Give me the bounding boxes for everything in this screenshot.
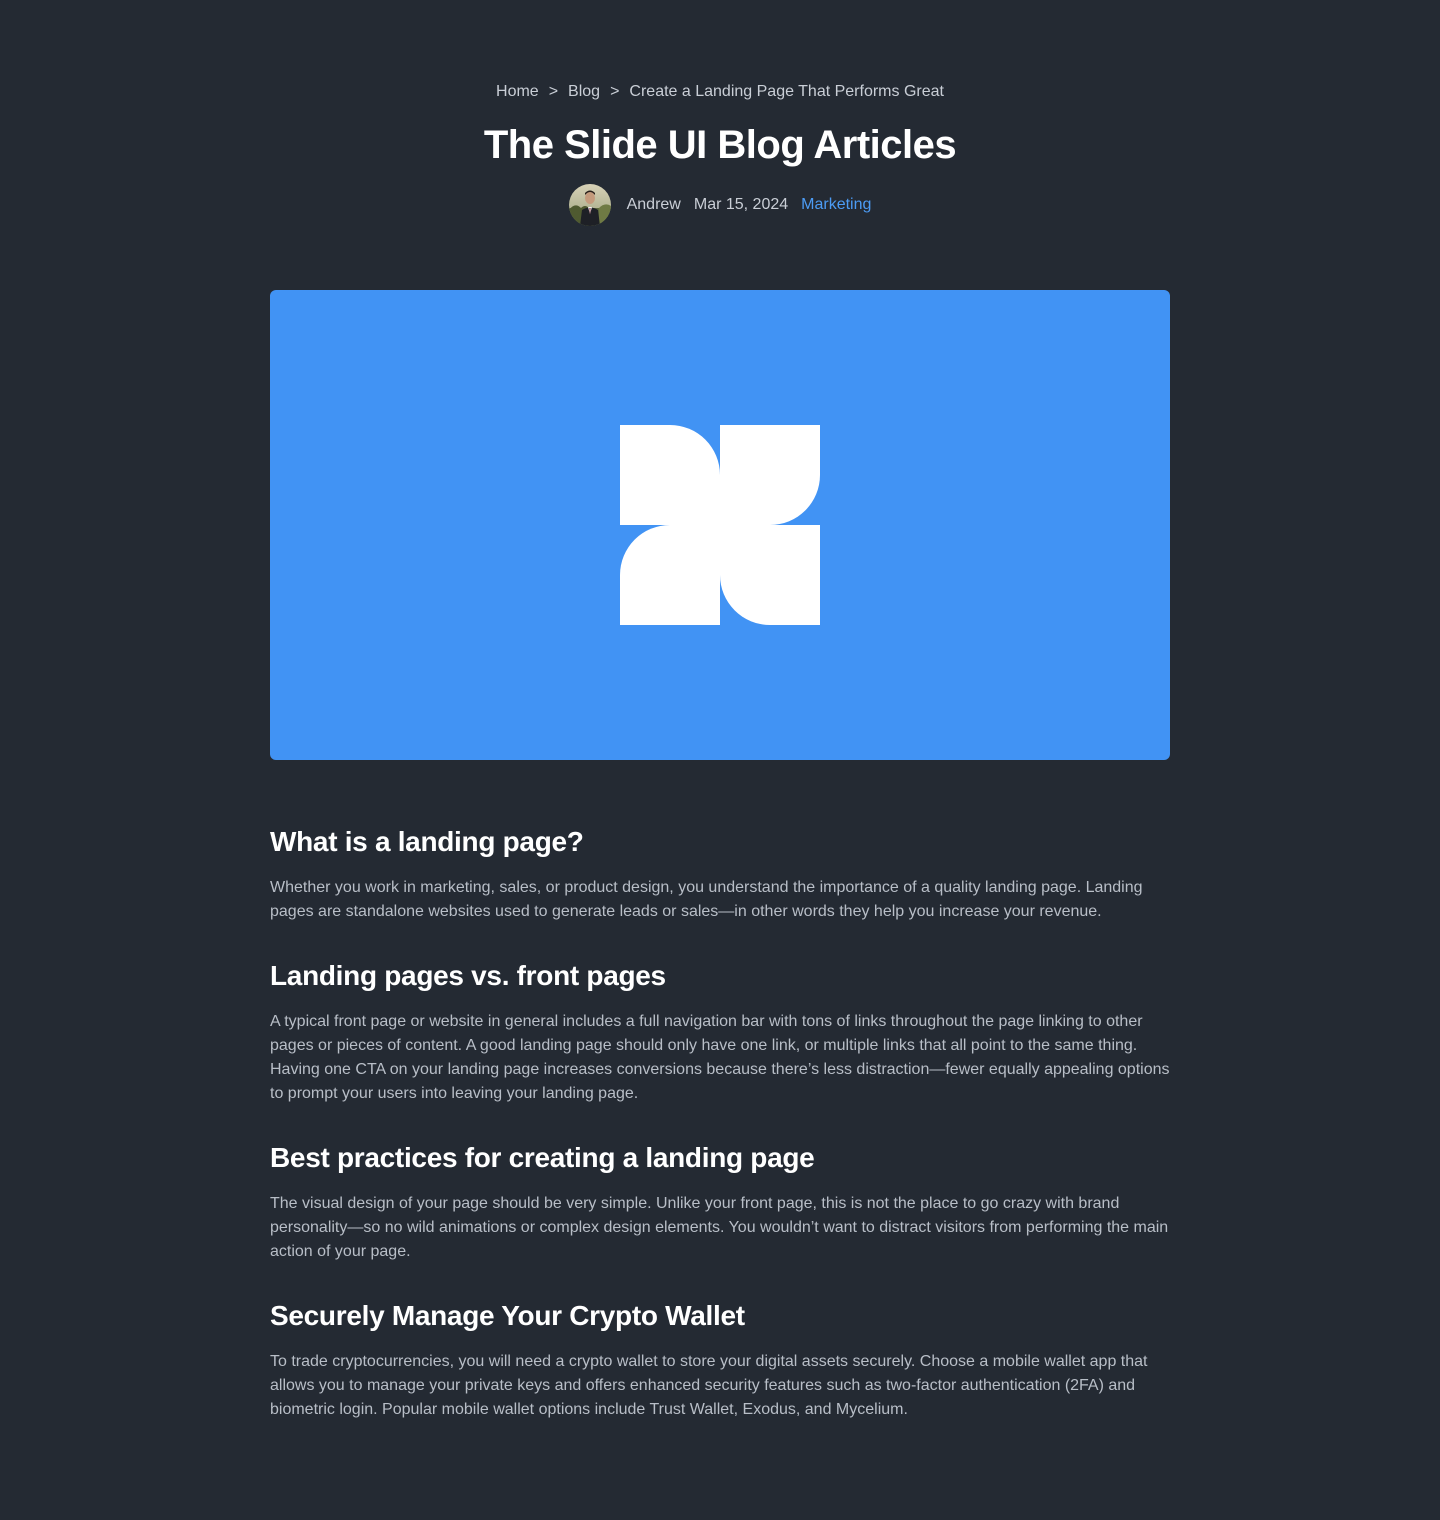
section-paragraph: The visual design of your page should be… (270, 1195, 1169, 1260)
article-section: Best practices for creating a landing pa… (270, 1138, 1170, 1264)
article-body: What is a landing page? Whether you work… (270, 822, 1170, 1422)
section-paragraph: A typical front page or website in gener… (270, 1013, 1170, 1102)
section-heading: Securely Manage Your Crypto Wallet (270, 1300, 745, 1331)
category-link[interactable]: Marketing (801, 196, 871, 214)
publish-date: Mar 15, 2024 (693, 196, 789, 213)
section-paragraph: Whether you work in marketing, sales, or… (270, 879, 1143, 920)
hero-image (270, 290, 1170, 760)
breadcrumb-separator: > (610, 83, 620, 100)
section-paragraph: To trade cryptocurrencies, you will need… (270, 1353, 1148, 1418)
section-heading: Landing pages vs. front pages (270, 960, 666, 991)
breadcrumb: Home > Blog > Create a Landing Page That Per… (0, 82, 1440, 102)
page-title: The Slide UI Blog Articles (483, 123, 957, 167)
breadcrumb-separator: > (548, 83, 559, 100)
breadcrumb-current: Create a Landing Page That Performs Grea… (629, 83, 944, 100)
section-heading: What is a landing page? (270, 826, 584, 857)
author-avatar-icon (568, 184, 611, 226)
breadcrumb-blog-link[interactable]: Blog (568, 83, 600, 100)
section-heading: Best practices for creating a landing pa… (270, 1142, 815, 1173)
article-section: What is a landing page? Whether you work… (270, 822, 1170, 924)
breadcrumb-home-link[interactable]: Home (496, 83, 539, 100)
author-name[interactable]: Andrew (627, 196, 681, 214)
slide-ui-logo-icon (620, 425, 820, 625)
article-meta: Andrew Mar 15, 2024 Marketing (0, 184, 1440, 226)
blog-article-page: Home > Blog > Create a Landing Page That Per… (0, 0, 1440, 1520)
author-avatar (568, 184, 611, 226)
article-section: Landing pages vs. front pages A typical … (270, 956, 1170, 1106)
article-section: Securely Manage Your Crypto Wallet To tr… (270, 1296, 1170, 1422)
